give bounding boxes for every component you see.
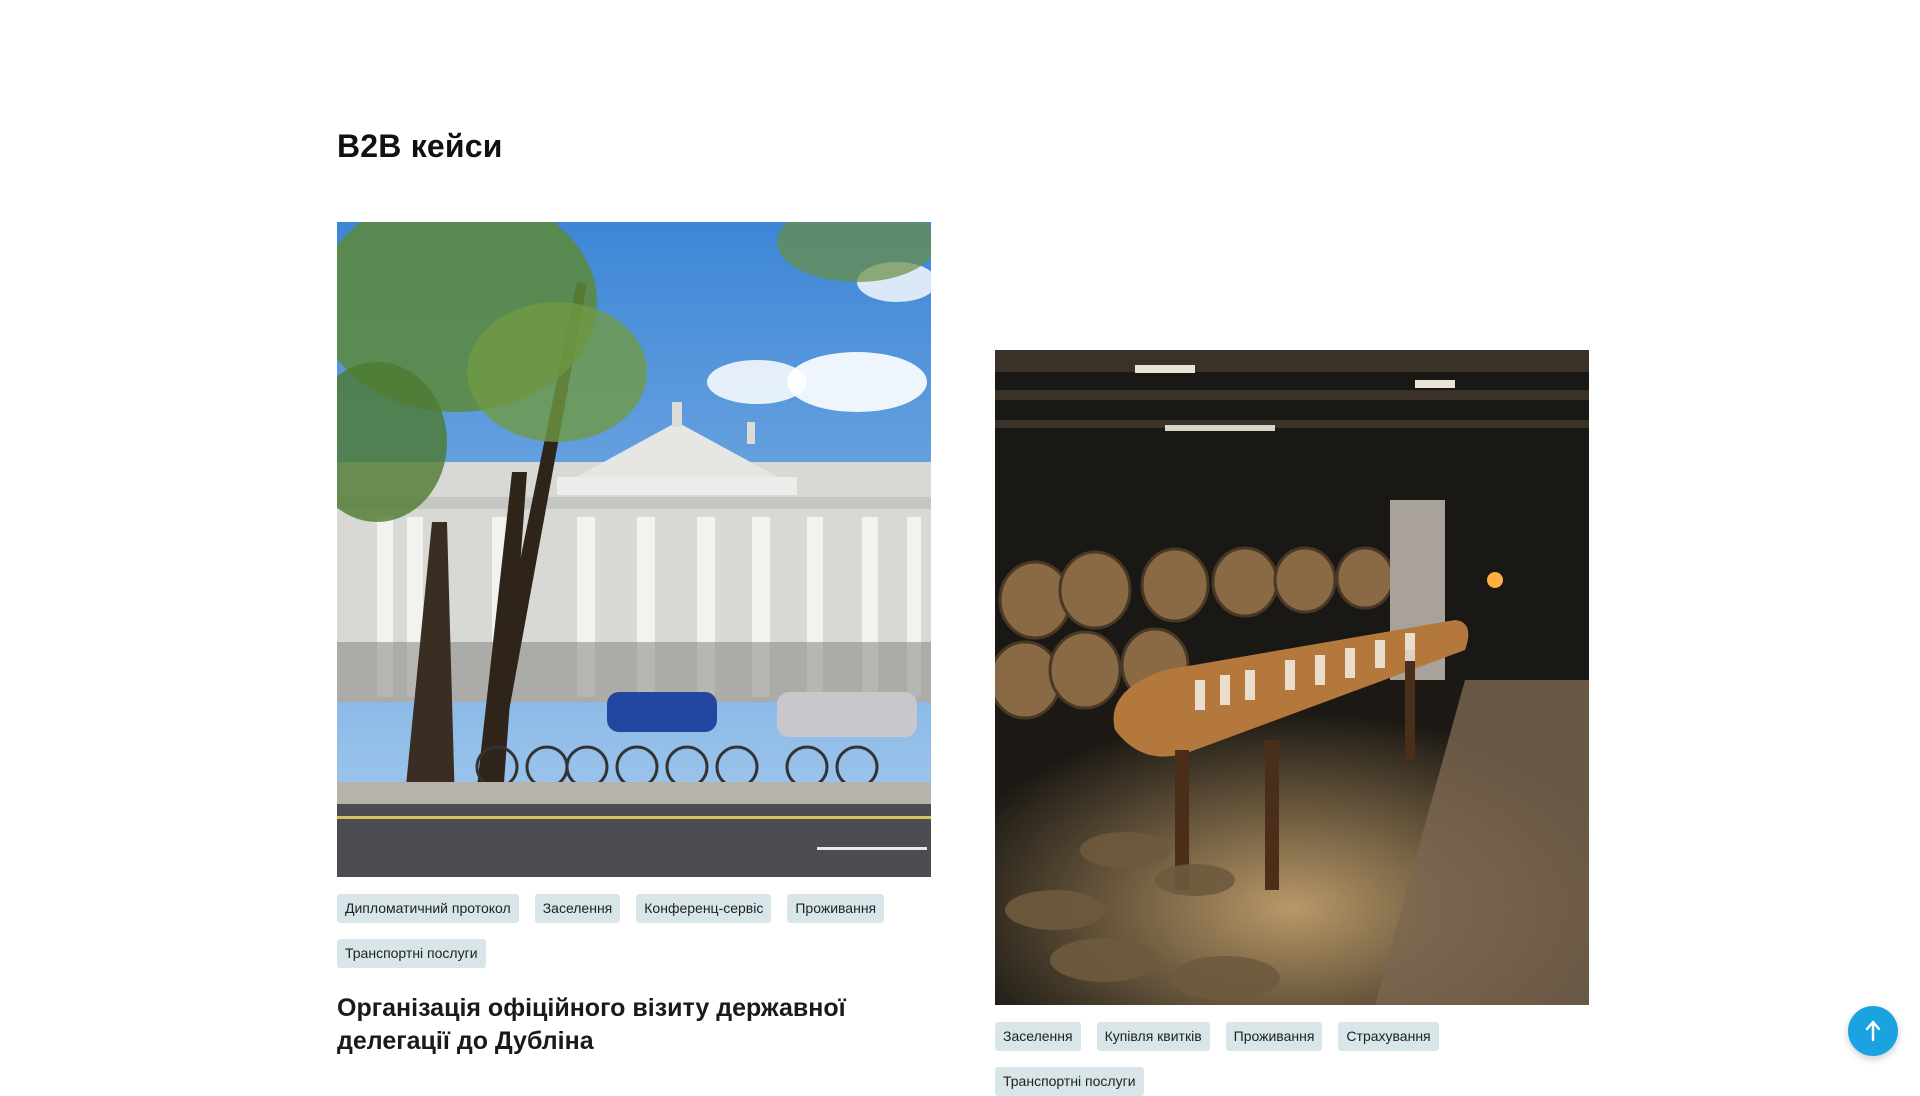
case-image-dublin[interactable] [337,222,931,877]
tag-transport[interactable]: Транспортні послуги [337,939,486,968]
case-tags: Дипломатичний протокол Заселення Конфере… [337,894,931,968]
arrow-up-icon [1865,1020,1881,1042]
tag-accommodation[interactable]: Проживання [787,894,885,923]
tag-check-in[interactable]: Заселення [534,894,621,923]
case-card-dublin[interactable]: Дипломатичний протокол Заселення Конфере… [337,222,931,1058]
tag-check-in[interactable]: Заселення [995,1022,1081,1051]
section-title: B2B кейси [337,128,503,164]
case-image-wine-cellar[interactable] [995,350,1589,1005]
case-title-dublin[interactable]: Організація офіційного візиту державної … [337,992,931,1058]
case-tags: Заселення Купівля квитків Проживання Стр… [995,1022,1589,1096]
tag-accommodation[interactable]: Проживання [1225,1022,1323,1051]
scroll-to-top-button[interactable] [1848,1006,1898,1056]
tag-conference-service[interactable]: Конференц-сервіс [636,894,772,923]
tag-transport[interactable]: Транспортні послуги [995,1067,1144,1096]
tag-diplomatic-protocol[interactable]: Дипломатичний протокол [337,894,519,923]
tag-ticket-purchase[interactable]: Купівля квитків [1096,1022,1210,1051]
case-card-wine-cellar[interactable]: Заселення Купівля квитків Проживання Стр… [995,350,1589,1096]
tag-insurance[interactable]: Страхування [1338,1022,1439,1051]
